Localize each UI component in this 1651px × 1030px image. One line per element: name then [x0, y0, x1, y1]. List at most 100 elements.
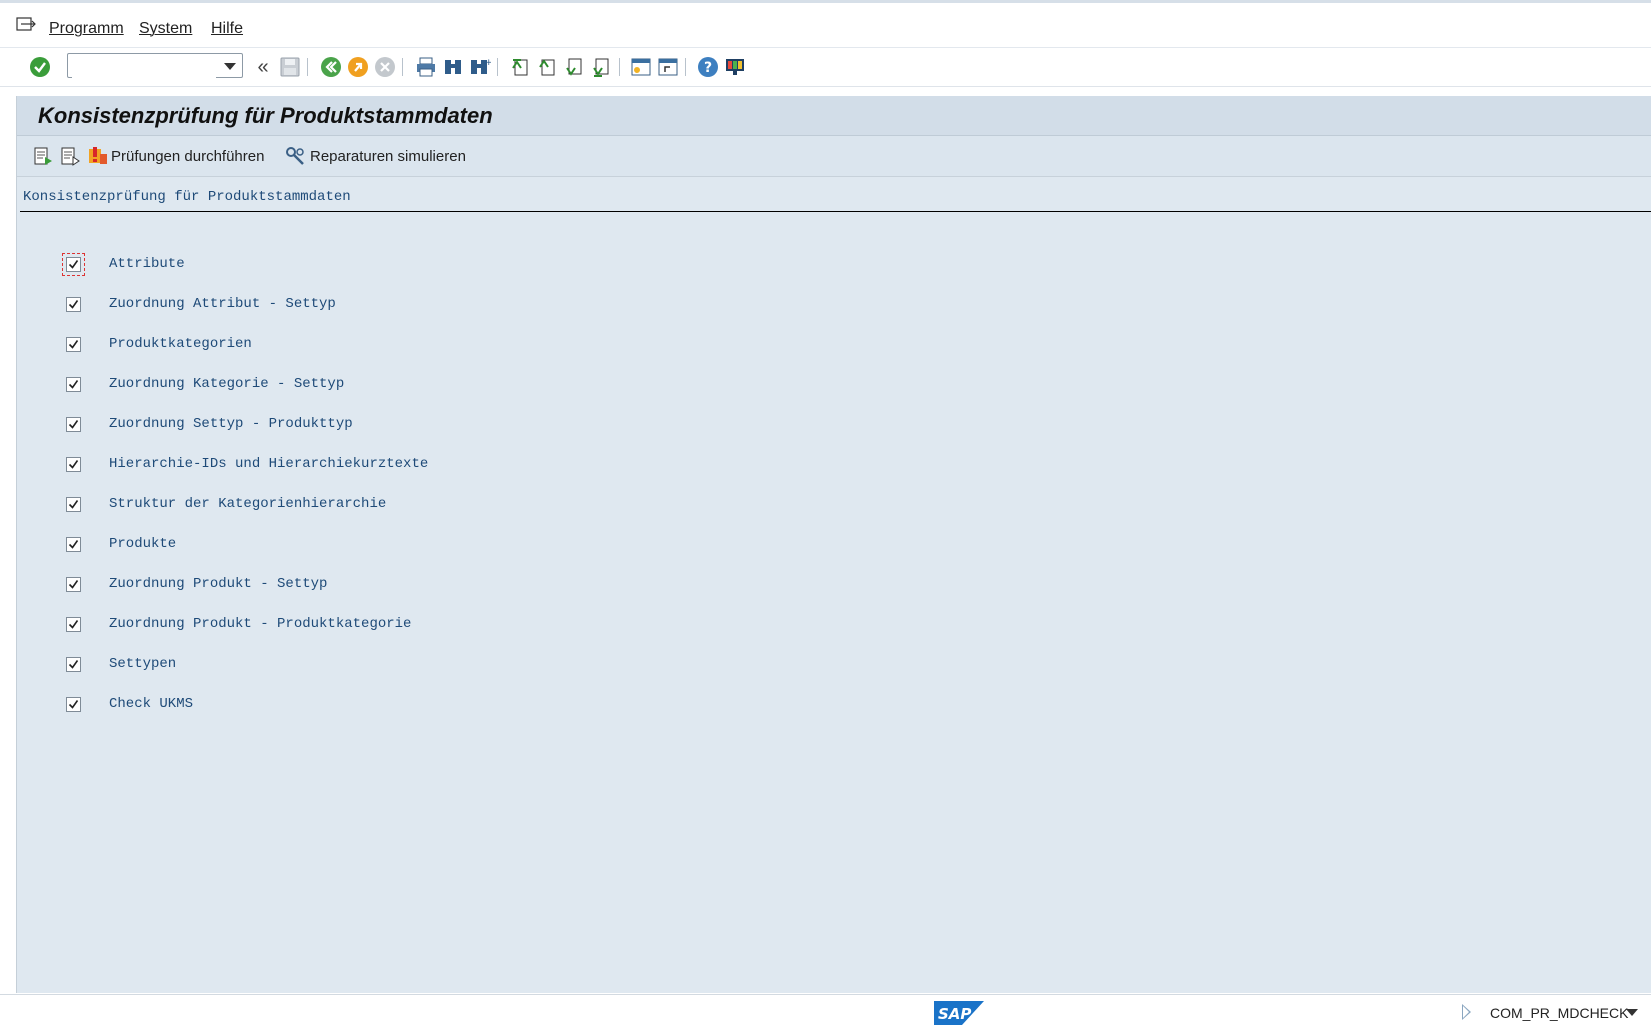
transaction-code[interactable]: COM_PR_MDCHECK	[1490, 1005, 1628, 1021]
customize-layout-icon[interactable]	[722, 54, 748, 80]
check-label: Produktkategorien	[109, 336, 252, 352]
variant-get-icon[interactable]	[33, 144, 53, 168]
title-bar: Konsistenzprüfung für Produktstammdaten	[17, 96, 1651, 136]
check-row[interactable]: Attribute	[54, 252, 185, 276]
check-checkbox[interactable]	[66, 336, 81, 352]
check-row[interactable]: Zuordnung Settyp - Produkttyp	[54, 412, 353, 436]
chevron-down-icon[interactable]	[1626, 1009, 1638, 1016]
check-label: Attribute	[109, 256, 185, 272]
toolbar-separator	[619, 58, 620, 76]
command-field[interactable]	[67, 53, 243, 78]
check-checkbox[interactable]	[66, 696, 81, 712]
menu-toggle-icon[interactable]	[16, 17, 36, 33]
check-row[interactable]: Zuordnung Produkt - Produktkategorie	[54, 612, 411, 636]
checkmark-icon	[68, 579, 79, 589]
check-label: Produkte	[109, 536, 177, 552]
checkmark-icon	[68, 339, 79, 349]
checkmark-icon	[68, 619, 79, 629]
simulate-repairs-button[interactable]: Reparaturen simulieren	[285, 144, 466, 168]
toolbar-separator	[497, 58, 498, 76]
next-page-icon[interactable]	[561, 54, 587, 80]
previous-page-icon[interactable]	[534, 54, 560, 80]
check-row[interactable]: Settypen	[54, 652, 176, 676]
checkmark-icon	[68, 419, 79, 429]
check-row[interactable]: Zuordnung Kategorie - Settyp	[54, 372, 344, 396]
check-label: Zuordnung Produkt - Settyp	[109, 576, 328, 592]
shortcut-icon[interactable]	[655, 54, 681, 80]
checkmark-icon	[68, 259, 79, 269]
check-row[interactable]: Zuordnung Produkt - Settyp	[54, 572, 327, 596]
checkmark-icon	[68, 299, 79, 309]
execute-checks-button[interactable]: Prüfungen durchführen	[88, 144, 264, 168]
toolbar-separator	[307, 58, 308, 76]
check-label: Zuordnung Kategorie - Settyp	[109, 376, 345, 392]
check-label: Settypen	[109, 656, 177, 672]
check-checkbox[interactable]	[66, 656, 81, 672]
svg-text:SAP: SAP	[938, 1005, 971, 1023]
toolbar-separator	[402, 58, 403, 76]
section-heading: Konsistenzprüfung für Produktstammdaten	[23, 189, 351, 205]
enter-icon[interactable]	[27, 54, 53, 80]
check-label: Zuordnung Settyp - Produkttyp	[109, 416, 353, 432]
checkmark-icon	[68, 459, 79, 469]
last-page-icon[interactable]	[588, 54, 614, 80]
checkmark-icon	[68, 499, 79, 509]
back-icon[interactable]	[318, 54, 344, 80]
check-row[interactable]: Struktur der Kategorienhierarchie	[54, 492, 386, 516]
checkmark-icon	[68, 699, 79, 709]
execute-checks-icon	[89, 147, 107, 164]
hide-command-field-icon[interactable]: «	[250, 54, 276, 80]
menu-programm[interactable]: Programm	[49, 20, 124, 38]
create-session-icon[interactable]	[628, 54, 654, 80]
page-title: Konsistenzprüfung für Produktstammdaten	[38, 103, 493, 128]
check-label: Struktur der Kategorienhierarchie	[109, 496, 387, 512]
checkmark-icon	[68, 379, 79, 389]
check-checkbox[interactable]	[66, 296, 81, 312]
command-input[interactable]	[72, 55, 216, 78]
check-checkbox[interactable]	[66, 616, 81, 632]
check-checkbox[interactable]	[66, 376, 81, 392]
check-checkbox[interactable]	[66, 456, 81, 472]
print-icon[interactable]	[413, 54, 439, 80]
check-checkbox[interactable]	[66, 576, 81, 592]
check-row[interactable]: Produkte	[54, 532, 176, 556]
simulate-repairs-label: Reparaturen simulieren	[310, 147, 466, 165]
check-row[interactable]: Hierarchie-IDs und Hierarchiekurztexte	[54, 452, 428, 476]
chevron-down-icon[interactable]	[224, 63, 236, 70]
svg-text:+: +	[485, 58, 491, 68]
status-expand-icon[interactable]	[1462, 1004, 1471, 1020]
check-checkbox[interactable]	[62, 252, 85, 276]
exit-icon[interactable]	[345, 54, 371, 80]
sap-logo: SAP	[934, 1001, 984, 1025]
check-checkbox[interactable]	[66, 416, 81, 432]
checkmark-icon	[68, 539, 79, 549]
main-panel: Konsistenzprüfung für Produktstammdaten …	[16, 96, 1651, 993]
svg-text:?: ?	[704, 60, 712, 76]
help-icon[interactable]: ?	[695, 54, 721, 80]
menu-hilfe[interactable]: Hilfe	[211, 20, 243, 38]
toolbar-separator	[685, 58, 686, 76]
check-row[interactable]: Check UKMS	[54, 692, 193, 716]
check-row[interactable]: Zuordnung Attribut - Settyp	[54, 292, 336, 316]
section-divider	[20, 211, 1651, 212]
menu-system[interactable]: System	[139, 20, 192, 38]
check-checkbox[interactable]	[66, 496, 81, 512]
check-label: Zuordnung Attribut - Settyp	[109, 296, 336, 312]
first-page-icon[interactable]	[507, 54, 533, 80]
status-bar: SAP COM_PR_MDCHECK	[0, 994, 1651, 1030]
find-icon[interactable]	[440, 54, 466, 80]
find-next-icon[interactable]: +	[467, 54, 493, 80]
check-row[interactable]: Produktkategorien	[54, 332, 252, 356]
checkmark-icon	[68, 659, 79, 669]
wrench-icon	[286, 147, 304, 165]
application-toolbar: Prüfungen durchführen Reparaturen simuli…	[17, 136, 1651, 177]
save-icon[interactable]	[277, 54, 303, 80]
variant-save-icon[interactable]	[60, 144, 80, 168]
menu-bar: Programm System Hilfe	[0, 3, 1651, 48]
check-label: Hierarchie-IDs und Hierarchiekurztexte	[109, 456, 429, 472]
cancel-icon[interactable]	[372, 54, 398, 80]
system-toolbar: « + ?	[0, 48, 1651, 87]
check-checkbox[interactable]	[66, 536, 81, 552]
check-label: Zuordnung Produkt - Produktkategorie	[109, 616, 412, 632]
execute-checks-label: Prüfungen durchführen	[111, 147, 265, 165]
